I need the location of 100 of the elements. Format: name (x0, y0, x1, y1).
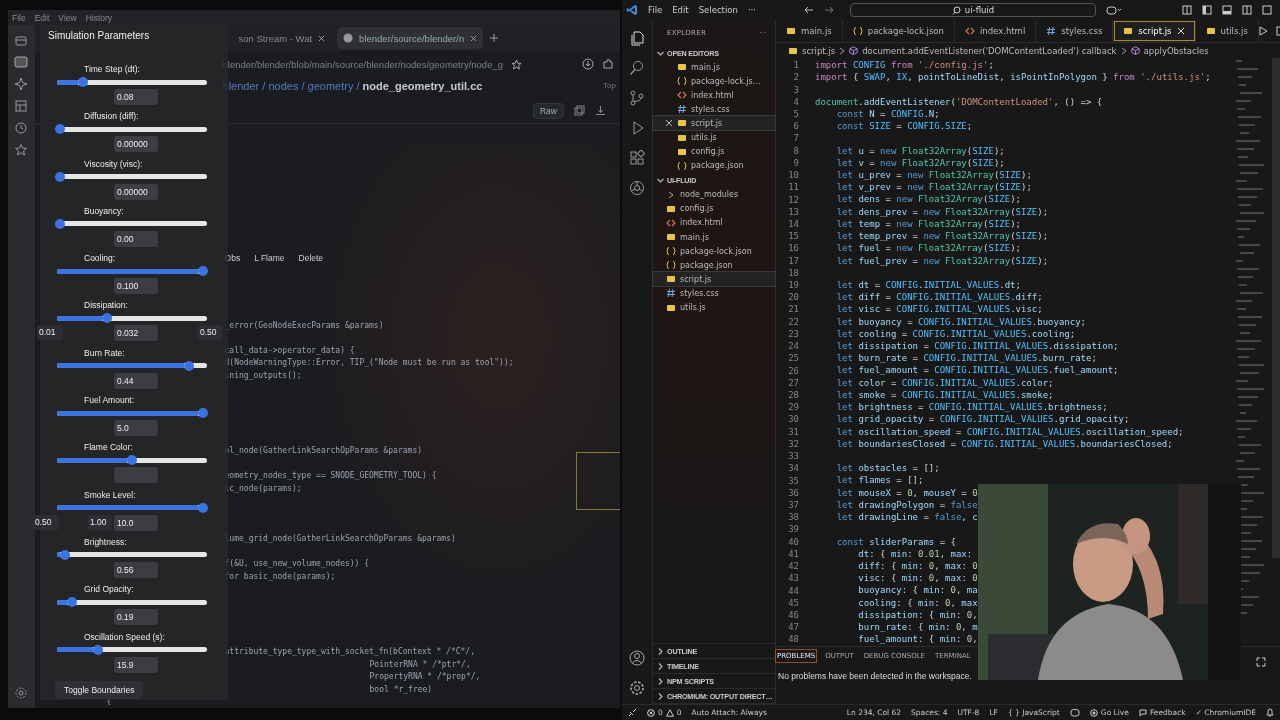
menu-item[interactable]: ··· (747, 5, 756, 15)
slider[interactable] (57, 455, 207, 466)
explorer-row[interactable]: styles.css (653, 286, 775, 301)
explorer-row[interactable]: package-lock.js… (653, 74, 775, 89)
slider[interactable] (57, 549, 207, 560)
explorer-row[interactable]: utils.js (653, 130, 775, 145)
explorer-row[interactable]: node_modules (653, 187, 775, 202)
remote-icon[interactable] (628, 708, 637, 717)
value-field[interactable]: 0.00000 (114, 136, 158, 153)
slider-thumb[interactable] (55, 171, 65, 182)
sparkle-icon[interactable] (14, 77, 29, 91)
back-arrow-icon[interactable] (804, 5, 814, 15)
explorer-row[interactable]: main.js (653, 230, 775, 245)
slider-thumb[interactable] (67, 597, 77, 608)
explorer-row[interactable]: utils.js (653, 300, 775, 315)
extensions-icon[interactable] (629, 150, 645, 166)
layout-icon[interactable] (1182, 5, 1192, 15)
close-icon[interactable] (665, 119, 673, 128)
download-icon[interactable] (582, 58, 594, 70)
explorer-row[interactable]: package-lock.json (653, 244, 775, 259)
slider-thumb[interactable] (55, 124, 65, 135)
explorer-row[interactable]: styles.css (653, 102, 775, 117)
search-icon[interactable] (629, 60, 645, 76)
split-icon[interactable] (1242, 5, 1252, 15)
canvas-tool-button[interactable]: L Flame (252, 251, 287, 265)
slider-thumb[interactable] (77, 77, 88, 87)
slider[interactable] (57, 360, 207, 371)
star-icon[interactable] (511, 58, 522, 70)
slider[interactable] (57, 597, 207, 608)
slider[interactable] (57, 266, 207, 277)
slider[interactable] (57, 171, 207, 182)
explorer-row[interactable]: package.json (653, 258, 775, 273)
menu-item[interactable]: View (58, 12, 77, 23)
browser-tab[interactable]: son Stream - Wat (232, 27, 332, 50)
slider-thumb[interactable] (55, 218, 65, 229)
slider-thumb[interactable] (92, 644, 103, 655)
browser-logo-icon[interactable] (629, 180, 645, 196)
download-icon[interactable] (595, 105, 606, 117)
canvas-tool-button[interactable]: Obs (222, 251, 243, 265)
sidebar-icon[interactable] (1202, 5, 1212, 15)
value-field[interactable]: 0.032 (114, 325, 158, 342)
maximize-icon[interactable] (1262, 5, 1272, 15)
slider-thumb[interactable] (197, 408, 208, 419)
value-field[interactable]: 0.100 (114, 278, 158, 295)
tray-icon[interactable] (14, 33, 29, 47)
slider[interactable] (57, 124, 207, 135)
maximize-icon[interactable] (1256, 657, 1266, 667)
slider-thumb[interactable] (127, 455, 137, 466)
browser-tab[interactable]: blender/source/blender/n (337, 27, 484, 50)
settings-icon[interactable] (629, 680, 645, 696)
slider-thumb[interactable] (101, 313, 112, 324)
value-field[interactable]: 0.08 (114, 89, 158, 105)
value-field[interactable]: 5.0 (114, 420, 158, 437)
slider-thumb[interactable] (59, 549, 70, 560)
slider[interactable] (57, 313, 207, 324)
tabs-icon[interactable] (14, 99, 29, 113)
breadcrumb-item[interactable]: script.js (802, 45, 836, 56)
explorer-row[interactable]: config.js (653, 144, 775, 159)
explorer-row[interactable]: index.html (653, 88, 775, 103)
explorer-row[interactable]: main.js (653, 60, 775, 75)
plus-icon[interactable] (489, 33, 500, 44)
explorer-row[interactable]: script.js (653, 272, 775, 287)
branch-icon[interactable] (629, 90, 645, 106)
run-icon[interactable] (1258, 26, 1268, 36)
panel-icon[interactable] (1222, 5, 1232, 15)
star-icon[interactable] (14, 143, 29, 157)
menu-item[interactable]: File (12, 12, 26, 23)
files-icon[interactable] (629, 30, 645, 46)
value-field[interactable]: 0.19 (114, 609, 158, 626)
close-icon[interactable] (318, 34, 326, 42)
slider[interactable] (57, 502, 207, 513)
slider-thumb[interactable] (184, 360, 194, 371)
slider[interactable] (57, 77, 207, 87)
explorer-row[interactable]: package.json (653, 158, 775, 173)
account-icon[interactable] (629, 650, 645, 666)
slider-thumb[interactable] (197, 502, 208, 513)
slider[interactable] (57, 408, 207, 419)
explorer-row[interactable]: script.js (653, 116, 775, 131)
value-field[interactable] (114, 467, 158, 484)
breadcrumb-item[interactable]: document.addEventListener('DOMContentLoaded') callback (862, 45, 1117, 56)
breadcrumb-item[interactable]: applyObstacles (1143, 45, 1209, 56)
copy-icon[interactable] (574, 105, 585, 117)
explorer-row[interactable]: index.html (653, 215, 775, 231)
slider-thumb[interactable] (197, 266, 208, 277)
search-field[interactable]: ui-fluid (850, 3, 1096, 17)
slider[interactable] (57, 218, 207, 229)
settings-icon[interactable] (14, 686, 29, 700)
raw-button[interactable]: Raw (533, 102, 564, 119)
slider[interactable] (57, 644, 207, 655)
menu-item[interactable]: Selection (698, 5, 738, 15)
bell-icon[interactable] (1266, 708, 1274, 717)
menu-item[interactable]: Edit (672, 5, 689, 15)
canvas-tool-button[interactable]: Delete (296, 251, 326, 265)
menu-item[interactable]: File (648, 5, 663, 15)
menu-item[interactable]: Edit (34, 12, 50, 23)
editor-tab[interactable]: script.js (1113, 20, 1196, 42)
top-link[interactable]: Top (603, 81, 616, 91)
history-icon[interactable] (14, 121, 29, 135)
menu-item[interactable]: History (85, 12, 113, 23)
explorer-row[interactable]: config.js (653, 201, 775, 216)
